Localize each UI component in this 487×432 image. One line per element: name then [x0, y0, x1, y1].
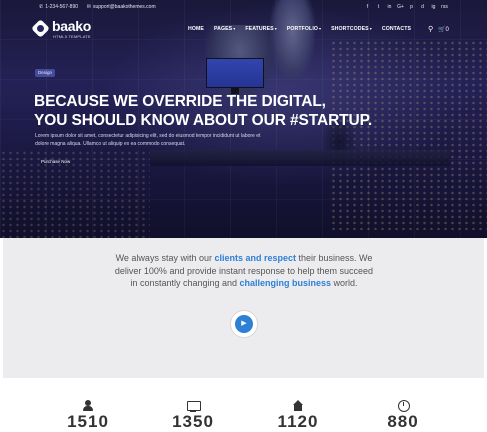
nav-item-shortcodes[interactable]: SHORTCODES▾: [331, 26, 372, 32]
purchase-now-link[interactable]: Purchase Now: [41, 159, 70, 164]
hero-section: ✆ 1-234-567-890 ✉ support@baakothemes.com …: [0, 0, 487, 238]
site-logo[interactable]: baako HTML5 TEMPLATE: [31, 18, 102, 40]
user-icon: [82, 400, 94, 412]
stat-value: 1120: [277, 412, 319, 431]
social-links: f t in G+ p d ig rss: [363, 3, 449, 12]
logo-tagline: HTML5 TEMPLATE: [53, 34, 91, 39]
phone-icon: ✆: [39, 4, 44, 10]
envelope-icon: ✉: [86, 4, 91, 10]
highlight-business: challenging business: [239, 278, 332, 288]
nav-item-portfolio[interactable]: PORTFOLIO▾: [287, 26, 321, 32]
monitor-icon: [187, 400, 201, 412]
dribbble-icon[interactable]: d: [418, 3, 427, 12]
nav-item-contacts[interactable]: CONTACTS: [382, 26, 411, 32]
stat-value: 1350: [172, 412, 214, 431]
hero-headline: BECAUSE WE OVERRIDE THE DIGITAL, YOU SHO…: [34, 92, 372, 130]
contact-info: ✆ 1-234-567-890 ✉ support@baakothemes.com: [39, 4, 156, 10]
chevron-down-icon: ▾: [274, 26, 277, 31]
hero-lead-text: Lorem ipsum dolor sit amet, consectetur …: [35, 133, 261, 147]
logo-mark-icon: [31, 19, 50, 38]
nav-item-home[interactable]: HOME: [188, 26, 204, 32]
main-nav: HOME PAGES▾ FEATURES▾ PORTFOLIO▾ SHORTCO…: [188, 26, 449, 33]
nav-item-pages[interactable]: PAGES▾: [214, 26, 235, 32]
chevron-down-icon: ▾: [369, 26, 372, 31]
home-icon: [292, 400, 304, 412]
linkedin-icon[interactable]: in: [385, 3, 394, 12]
nav-item-features[interactable]: FEATURES▾: [245, 26, 276, 32]
highlight-clients: clients and respect: [214, 253, 297, 263]
hero-headline-line-1: BECAUSE WE OVERRIDE THE DIGITAL,: [34, 93, 326, 110]
search-icon[interactable]: ⚲: [428, 25, 433, 33]
chevron-down-icon: ▾: [319, 26, 322, 31]
video-play-button[interactable]: ▶: [230, 310, 258, 338]
facebook-icon[interactable]: f: [363, 3, 372, 12]
chevron-down-icon: ▾: [233, 26, 236, 31]
rss-icon[interactable]: rss: [440, 3, 449, 12]
clock-icon: [397, 400, 410, 412]
top-contact-bar: ✆ 1-234-567-890 ✉ support@baakothemes.com …: [0, 0, 487, 16]
cart-icon[interactable]: 🛒0: [438, 26, 449, 33]
stat-value: 880: [387, 412, 419, 431]
play-icon: ▶: [235, 315, 253, 333]
contact-email[interactable]: support@baakothemes.com: [93, 4, 156, 10]
instagram-icon[interactable]: ig: [429, 3, 438, 12]
hero-headline-line-2: YOU SHOULD KNOW ABOUT OUR #STARTUP.: [34, 112, 373, 129]
logo-name: baako: [52, 18, 91, 34]
twitter-icon[interactable]: t: [374, 3, 383, 12]
stat-value: 1510: [67, 412, 109, 431]
google-plus-icon[interactable]: G+: [396, 3, 405, 12]
pinterest-icon[interactable]: p: [407, 3, 416, 12]
stats-section: 1510 1350 1120 880: [0, 378, 487, 431]
cart-count: 0: [445, 27, 449, 33]
contact-phone[interactable]: 1-234-567-890: [45, 4, 78, 10]
hero-badge: Design: [35, 69, 56, 77]
about-text: We always stay with our clients and resp…: [114, 253, 374, 288]
about-section: We always stay with our clients and resp…: [3, 238, 484, 378]
